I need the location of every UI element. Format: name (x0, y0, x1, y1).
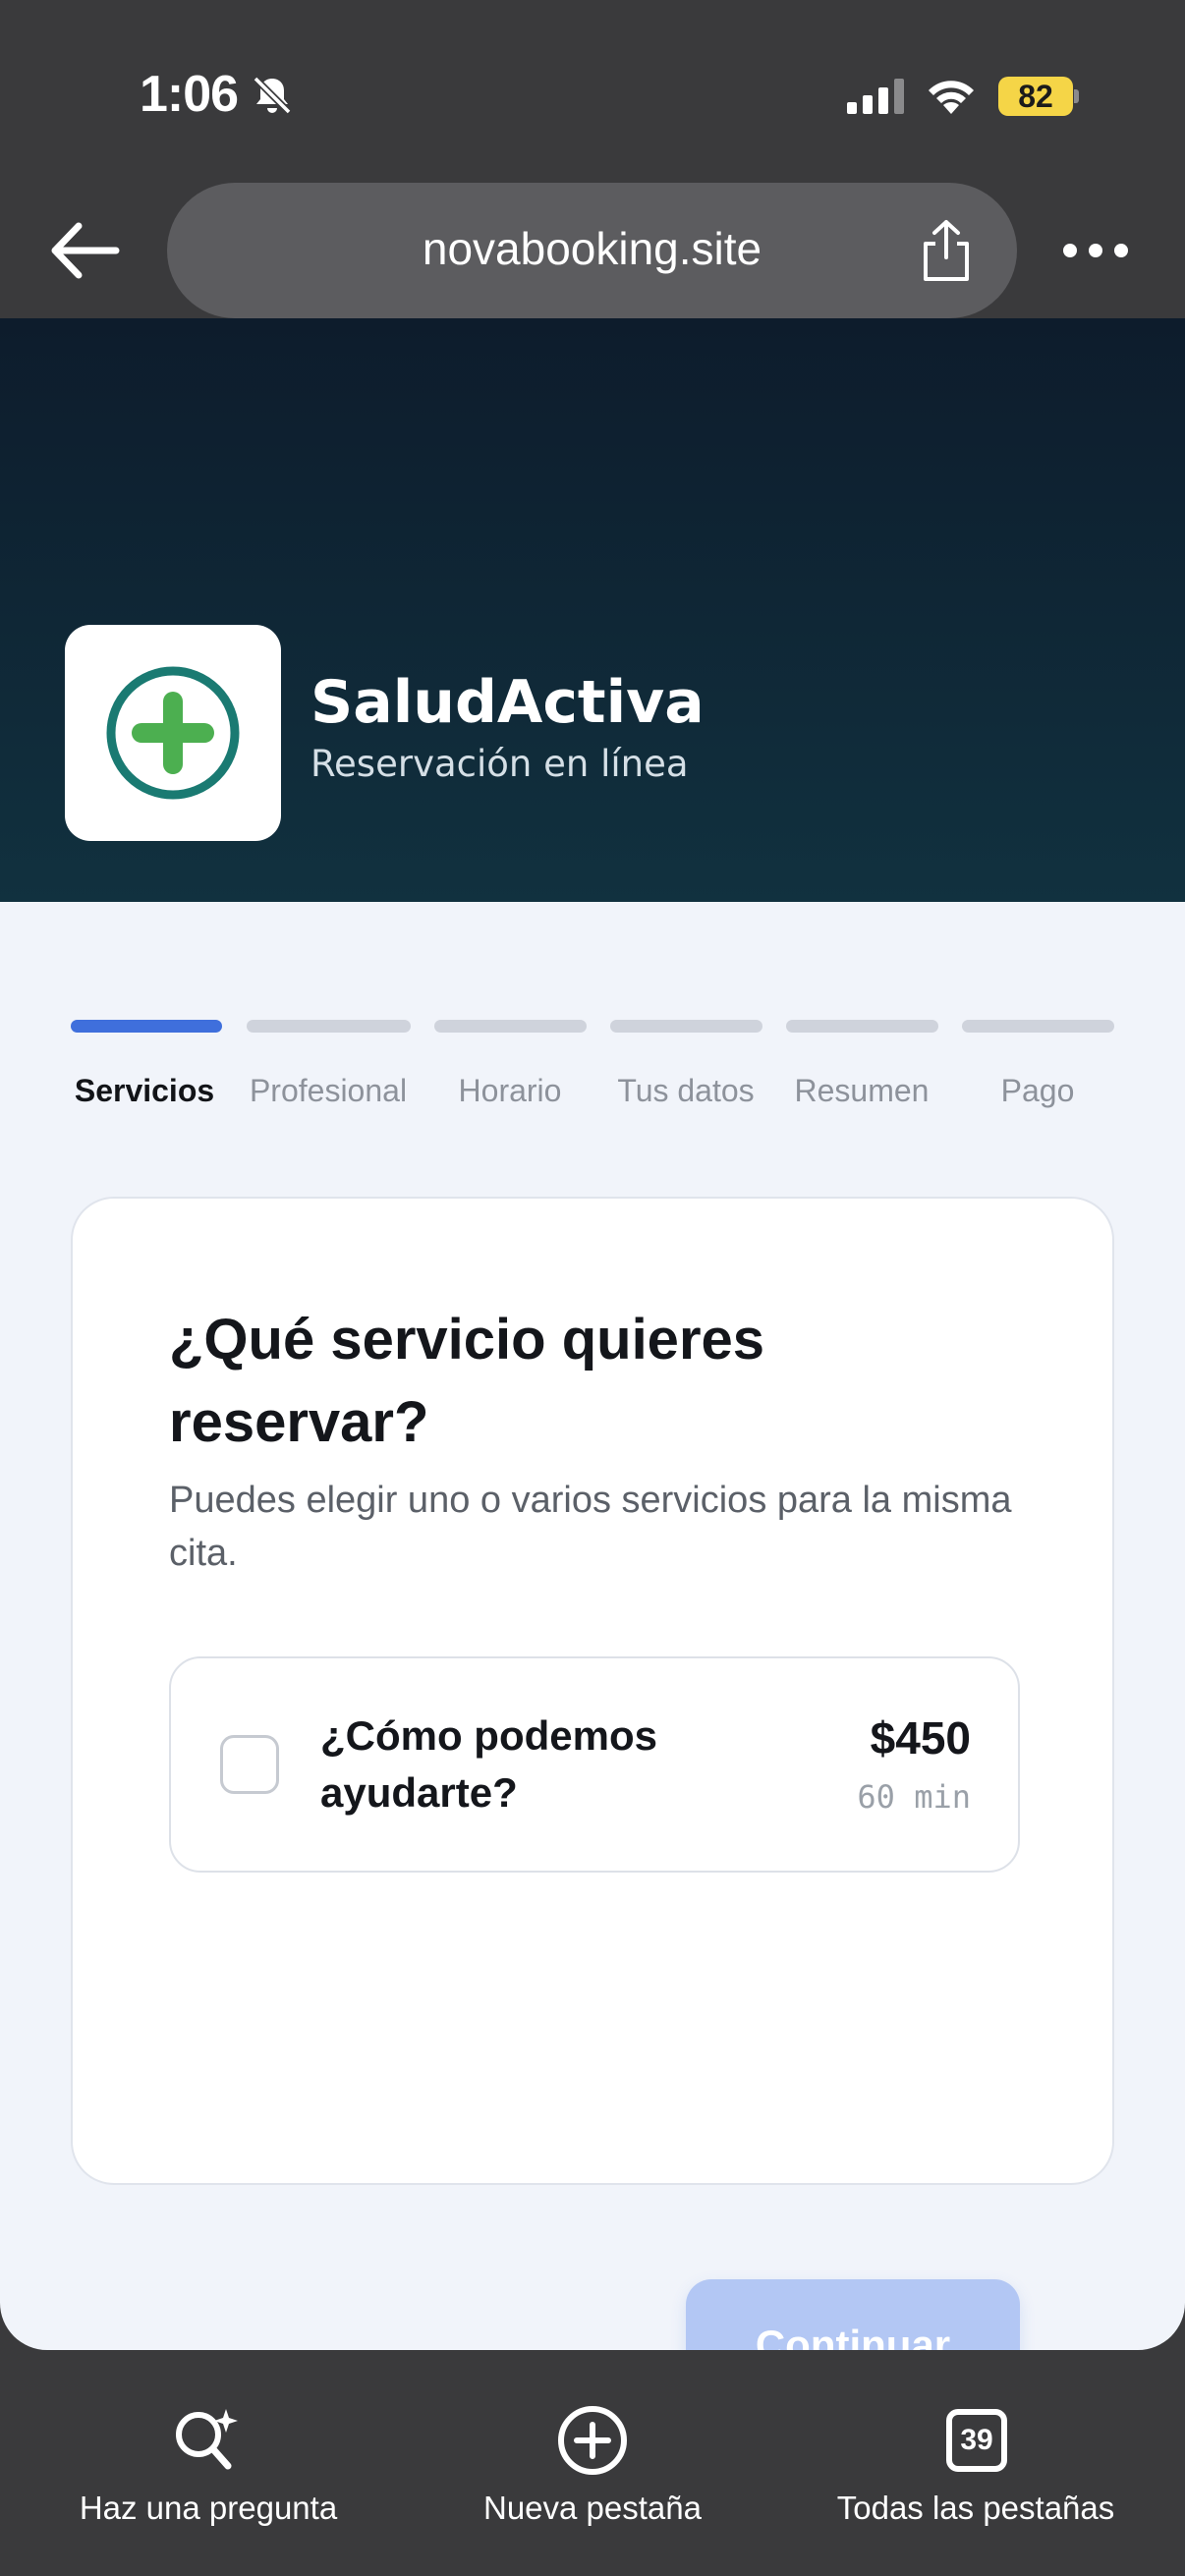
sparkle-search-icon (176, 2409, 238, 2470)
hero-banner: SaludActiva Reservación en línea (0, 318, 1185, 902)
step-label-resumen: Resumen (794, 1073, 930, 1108)
service-duration: 60 min (857, 1778, 971, 1816)
back-arrow-icon[interactable] (47, 216, 122, 285)
brand-name: SaludActiva (310, 668, 705, 737)
tab-count: 39 (960, 2424, 993, 2456)
battery-icon: 82 (998, 77, 1079, 116)
step-bar-servicios (71, 1020, 222, 1033)
new-tab-label: Nueva pestaña (483, 2490, 702, 2526)
step-bar-profesional (247, 1020, 411, 1033)
more-options-icon[interactable] (1063, 236, 1138, 265)
service-checkbox[interactable] (220, 1735, 279, 1794)
service-selection-card: ¿Qué servicio quieres reservar? Puedes e… (71, 1197, 1114, 2350)
all-tabs-label: Todas las pestañas (836, 2490, 1115, 2526)
share-icon[interactable] (916, 218, 977, 283)
all-tabs-button[interactable]: 39 Todas las pestañas (806, 2403, 1146, 2527)
cellular-signal-icon (847, 79, 904, 114)
ask-question-label: Haz una pregunta (79, 2490, 338, 2526)
service-name: ¿Cómo podemos ayudarte? (320, 1712, 657, 1816)
ask-question-button[interactable]: Haz una pregunta (39, 2403, 377, 2527)
url-text: novabooking.site (422, 223, 762, 274)
step-bar-tus-datos (610, 1020, 762, 1033)
plus-circle-icon (558, 2406, 627, 2475)
step-label-pago: Pago (1000, 1073, 1075, 1108)
step-label-horario: Horario (458, 1073, 562, 1108)
step-bar-horario (434, 1020, 587, 1033)
medical-cross-icon (106, 666, 240, 800)
browser-toolbar: Haz una pregunta Nueva pestaña 39 Todas … (0, 2350, 1185, 2576)
brand-subtitle: Reservación en línea (310, 743, 689, 785)
tabs-counter-icon: 39 (936, 2403, 1015, 2478)
card-title: ¿Qué servicio quieres reservar? (169, 1308, 765, 1454)
battery-level: 82 (998, 77, 1073, 116)
status-bar: 1:06 82 (0, 0, 1185, 177)
service-option[interactable]: ¿Cómo podemos ayudarte? $450 60 min (169, 1656, 1020, 1873)
continue-button[interactable]: Continuar (686, 2279, 1020, 2350)
wifi-icon (929, 81, 974, 114)
status-time: 1:06 (140, 66, 239, 123)
address-bar[interactable]: novabooking.site (167, 183, 1017, 318)
web-page: SaludActiva Reservación en línea Servici… (0, 318, 1185, 2350)
step-label-tus-datos: Tus datos (617, 1073, 755, 1108)
card-description: Puedes elegir uno o varios servicios par… (169, 1480, 1012, 1574)
silent-bell-icon (253, 76, 292, 115)
new-tab-button[interactable]: Nueva pestaña (432, 2403, 753, 2527)
step-bar-pago (962, 1020, 1114, 1033)
clinic-logo (65, 625, 281, 841)
service-price: $450 (870, 1712, 971, 1764)
step-bar-resumen (786, 1020, 938, 1033)
